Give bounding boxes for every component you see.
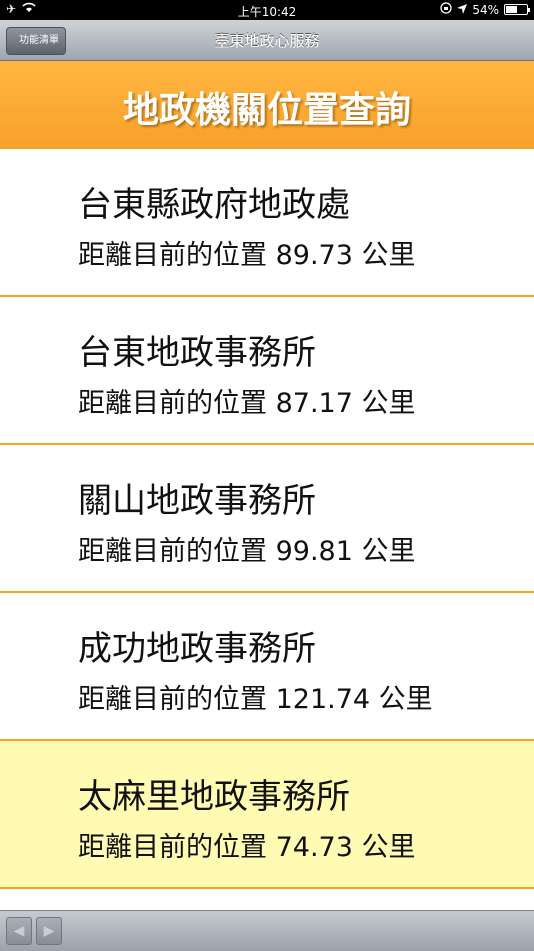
forward-arrow-button[interactable]: ▶: [36, 917, 62, 945]
office-distance: 距離目前的位置 89.73 公里: [78, 240, 416, 271]
navigation-bar: 功能清單 臺東地政心服務: [0, 20, 534, 61]
location-arrow-icon: [457, 3, 468, 17]
office-row[interactable]: 台東縣政府地政處 距離目前的位置 89.73 公里: [0, 149, 534, 297]
bottom-toolbar: ◀ ▶: [0, 910, 534, 951]
office-name: 關山地政事務所: [78, 481, 316, 521]
status-right: 54%: [440, 2, 530, 17]
office-name: 台東縣政府地政處: [78, 185, 350, 225]
office-name: 太麻里地政事務所: [78, 777, 350, 817]
office-distance: 距離目前的位置 121.74 公里: [78, 684, 433, 715]
office-name: 成功地政事務所: [78, 629, 316, 669]
battery-icon: [504, 4, 530, 15]
office-distance: 距離目前的位置 87.17 公里: [78, 388, 416, 419]
battery-percent: 54%: [472, 2, 499, 17]
office-row-selected[interactable]: 太麻里地政事務所 距離目前的位置 74.73 公里: [0, 741, 534, 889]
rotation-lock-icon: [440, 2, 452, 17]
office-distance: 距離目前的位置 99.81 公里: [78, 536, 416, 567]
nav-title: 臺東地政心服務: [214, 32, 320, 50]
back-arrow-button[interactable]: ◀: [6, 917, 32, 945]
header-banner: 地政機關位置查詢: [0, 61, 534, 149]
status-bar: ✈ 上午10:42 54%: [0, 0, 534, 20]
chevron-right-icon: ▶: [43, 923, 55, 939]
office-distance: 距離目前的位置 74.73 公里: [78, 832, 416, 863]
office-row[interactable]: 台東地政事務所 距離目前的位置 87.17 公里: [0, 297, 534, 445]
chevron-left-icon: ◀: [13, 923, 25, 939]
page-title: 地政機關位置查詢: [122, 90, 411, 131]
office-row[interactable]: 成功地政事務所 距離目前的位置 121.74 公里: [0, 593, 534, 741]
office-row[interactable]: 關山地政事務所 距離目前的位置 99.81 公里: [0, 445, 534, 593]
office-list: 台東縣政府地政處 距離目前的位置 89.73 公里 台東地政事務所 距離目前的位…: [0, 149, 534, 889]
office-name: 台東地政事務所: [78, 333, 316, 373]
